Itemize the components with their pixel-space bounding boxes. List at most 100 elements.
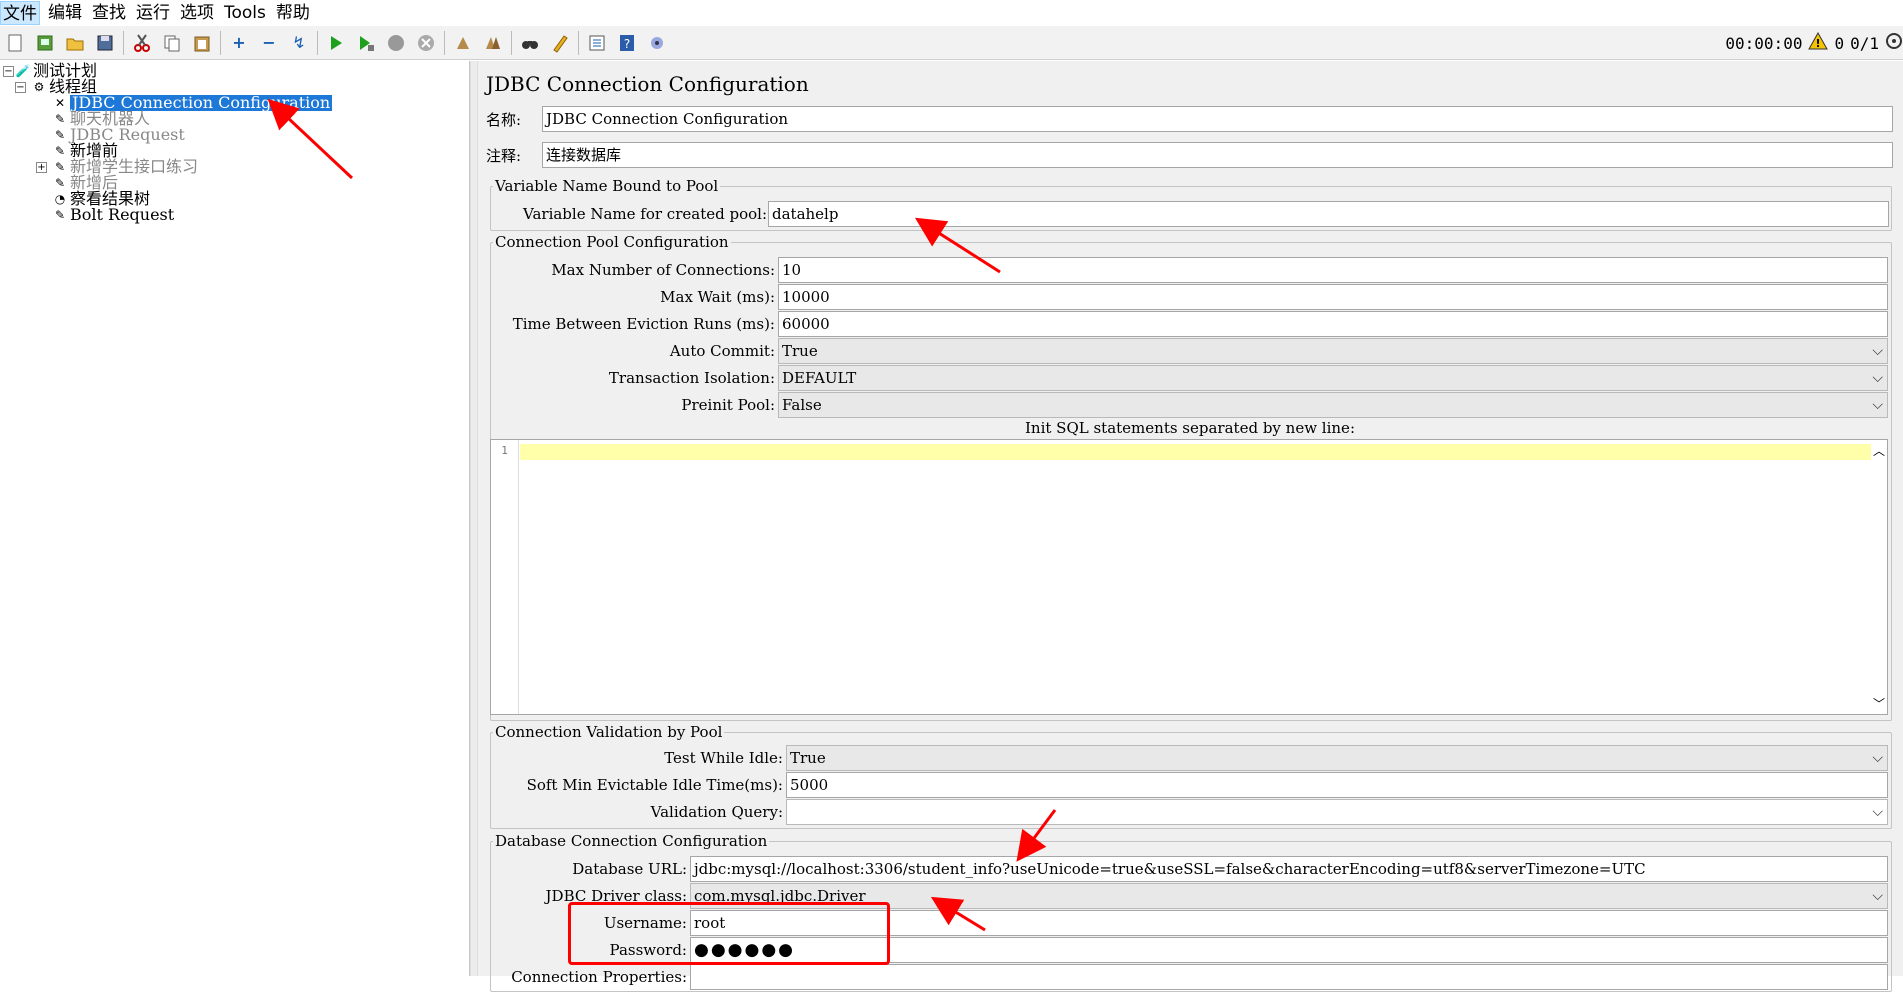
validation-query-select[interactable]: ⌵ bbox=[786, 799, 1888, 825]
preinit-value: False bbox=[782, 396, 822, 414]
auto-commit-value: True bbox=[782, 342, 818, 360]
menu-help[interactable]: 帮助 bbox=[274, 1, 312, 25]
open-icon[interactable] bbox=[64, 32, 86, 54]
paste-icon[interactable] bbox=[191, 32, 213, 54]
pipette-icon: ✎ bbox=[54, 208, 66, 222]
max-wait-field[interactable]: 10000 bbox=[778, 284, 1888, 310]
variable-name-field[interactable]: datahelp bbox=[768, 201, 1889, 227]
max-connections-label: Max Number of Connections: bbox=[551, 261, 775, 279]
toolbar: + − ↯ ? bbox=[0, 26, 1903, 60]
wrench-icon: ✕ bbox=[54, 96, 66, 110]
variable-section-legend: Variable Name Bound to Pool bbox=[495, 177, 719, 195]
comment-label: 注释: bbox=[486, 146, 522, 165]
scroll-down-icon[interactable]: ﹀ bbox=[1873, 695, 1885, 712]
db-url-field[interactable]: jdbc:mysql://localhost:3306/student_info… bbox=[690, 856, 1888, 882]
tree-node-bolt-request[interactable]: ✎ Bolt Request bbox=[52, 207, 174, 223]
menu-search[interactable]: 查找 bbox=[90, 1, 128, 25]
start-icon[interactable] bbox=[325, 32, 347, 54]
cut-icon[interactable] bbox=[131, 32, 153, 54]
stop-icon[interactable] bbox=[385, 32, 407, 54]
menu-edit[interactable]: 编辑 bbox=[46, 1, 84, 25]
warning-icon[interactable]: ! bbox=[1808, 31, 1829, 54]
split-pane-divider[interactable] bbox=[470, 61, 478, 976]
name-label: 名称: bbox=[486, 110, 522, 129]
chevron-down-icon: ⌵ bbox=[1872, 343, 1883, 359]
pipette-icon: ✎ bbox=[54, 128, 66, 142]
pipette-icon: ✎ bbox=[54, 176, 66, 190]
db-section-legend: Database Connection Configuration bbox=[495, 832, 768, 850]
test-idle-select[interactable]: True ⌵ bbox=[786, 745, 1888, 771]
comment-field[interactable]: 连接数据库 bbox=[542, 142, 1893, 168]
validation-query-label: Validation Query: bbox=[650, 803, 783, 821]
menu-file[interactable]: 文件 bbox=[0, 1, 40, 25]
max-connections-field[interactable]: 10 bbox=[778, 257, 1888, 283]
reset-search-icon[interactable] bbox=[549, 32, 571, 54]
remote-icon[interactable] bbox=[646, 32, 668, 54]
status-bar: 00:00:00 ! 0 0/1 bbox=[1725, 26, 1903, 60]
menu-run[interactable]: 运行 bbox=[134, 1, 172, 25]
soft-min-field[interactable]: 5000 bbox=[786, 772, 1888, 798]
soft-min-label: Soft Min Evictable Idle Time(ms): bbox=[526, 776, 783, 794]
shutdown-icon[interactable] bbox=[415, 32, 437, 54]
connection-properties-field[interactable] bbox=[690, 964, 1888, 990]
menu-options[interactable]: 选项 bbox=[178, 1, 216, 25]
pipette-icon: ✎ bbox=[54, 160, 66, 174]
templates-icon[interactable] bbox=[34, 32, 56, 54]
eviction-field[interactable]: 60000 bbox=[778, 311, 1888, 337]
init-sql-editor[interactable]: 1 ︿ ﹀ bbox=[490, 439, 1888, 715]
clear-icon[interactable] bbox=[452, 32, 474, 54]
listener-icon: ◔ bbox=[54, 192, 66, 206]
help-icon[interactable]: ? bbox=[616, 32, 638, 54]
panel-title: JDBC Connection Configuration bbox=[486, 72, 809, 96]
collapse-toggle[interactable]: − bbox=[15, 82, 26, 93]
warning-count: 0 bbox=[1834, 33, 1845, 53]
init-sql-label: Init SQL statements separated by new lin… bbox=[1025, 419, 1355, 437]
line-number-gutter: 1 bbox=[491, 440, 519, 714]
svg-text:?: ? bbox=[624, 37, 630, 51]
function-helper-icon[interactable] bbox=[586, 32, 608, 54]
preinit-label: Preinit Pool: bbox=[681, 396, 775, 414]
collapse-icon[interactable]: − bbox=[258, 32, 280, 54]
test-plan-tree: − 🧪 测试计划 − ⚙ 线程组 ✕ JDBC Connection Configur… bbox=[0, 61, 470, 976]
validation-section-legend: Connection Validation by Pool bbox=[495, 723, 723, 741]
remote-status-icon bbox=[1885, 32, 1903, 54]
connection-properties-label: Connection Properties: bbox=[511, 968, 687, 986]
chevron-down-icon: ⌵ bbox=[1872, 804, 1883, 820]
config-panel: JDBC Connection Configuration 名称: JDBC C… bbox=[478, 61, 1903, 992]
new-icon[interactable] bbox=[4, 32, 26, 54]
isolation-select[interactable]: DEFAULT ⌵ bbox=[778, 365, 1888, 391]
test-plan-icon: 🧪 bbox=[15, 64, 31, 78]
toolbar-separator bbox=[220, 30, 221, 55]
preinit-select[interactable]: False ⌵ bbox=[778, 392, 1888, 418]
toolbar-separator bbox=[123, 30, 124, 55]
svg-text:!: ! bbox=[1816, 37, 1821, 50]
chevron-down-icon: ⌵ bbox=[1872, 750, 1883, 766]
toggle-icon[interactable]: ↯ bbox=[288, 32, 310, 54]
expand-toggle[interactable]: + bbox=[36, 162, 47, 173]
toolbar-separator bbox=[511, 30, 512, 55]
vertical-scrollbar[interactable]: ︿ ﹀ bbox=[1871, 440, 1887, 714]
save-icon[interactable] bbox=[94, 32, 116, 54]
name-field[interactable]: JDBC Connection Configuration bbox=[542, 106, 1893, 132]
toolbar-separator bbox=[444, 30, 445, 55]
menu-bar: 文件 编辑 查找 运行 选项 Tools 帮助 bbox=[0, 0, 1903, 26]
clear-all-icon[interactable] bbox=[482, 32, 504, 54]
search-icon[interactable] bbox=[519, 32, 541, 54]
auto-commit-select[interactable]: True ⌵ bbox=[778, 338, 1888, 364]
menu-tools[interactable]: Tools bbox=[222, 1, 268, 25]
start-no-pause-icon[interactable] bbox=[355, 32, 377, 54]
thread-count: 0/1 bbox=[1850, 33, 1879, 53]
test-idle-value: True bbox=[790, 749, 826, 767]
pool-section-legend: Connection Pool Configuration bbox=[495, 233, 729, 251]
current-line-highlight bbox=[520, 444, 1873, 460]
toolbar-separator bbox=[578, 30, 579, 55]
gear-icon: ⚙ bbox=[33, 80, 45, 94]
max-wait-label: Max Wait (ms): bbox=[660, 288, 775, 306]
copy-icon[interactable] bbox=[161, 32, 183, 54]
eviction-label: Time Between Eviction Runs (ms): bbox=[512, 315, 775, 333]
chevron-down-icon: ⌵ bbox=[1872, 397, 1883, 413]
db-url-label: Database URL: bbox=[572, 860, 687, 878]
expand-icon[interactable]: + bbox=[228, 32, 250, 54]
scroll-up-icon[interactable]: ︿ bbox=[1873, 442, 1885, 459]
collapse-toggle[interactable]: − bbox=[3, 66, 14, 77]
